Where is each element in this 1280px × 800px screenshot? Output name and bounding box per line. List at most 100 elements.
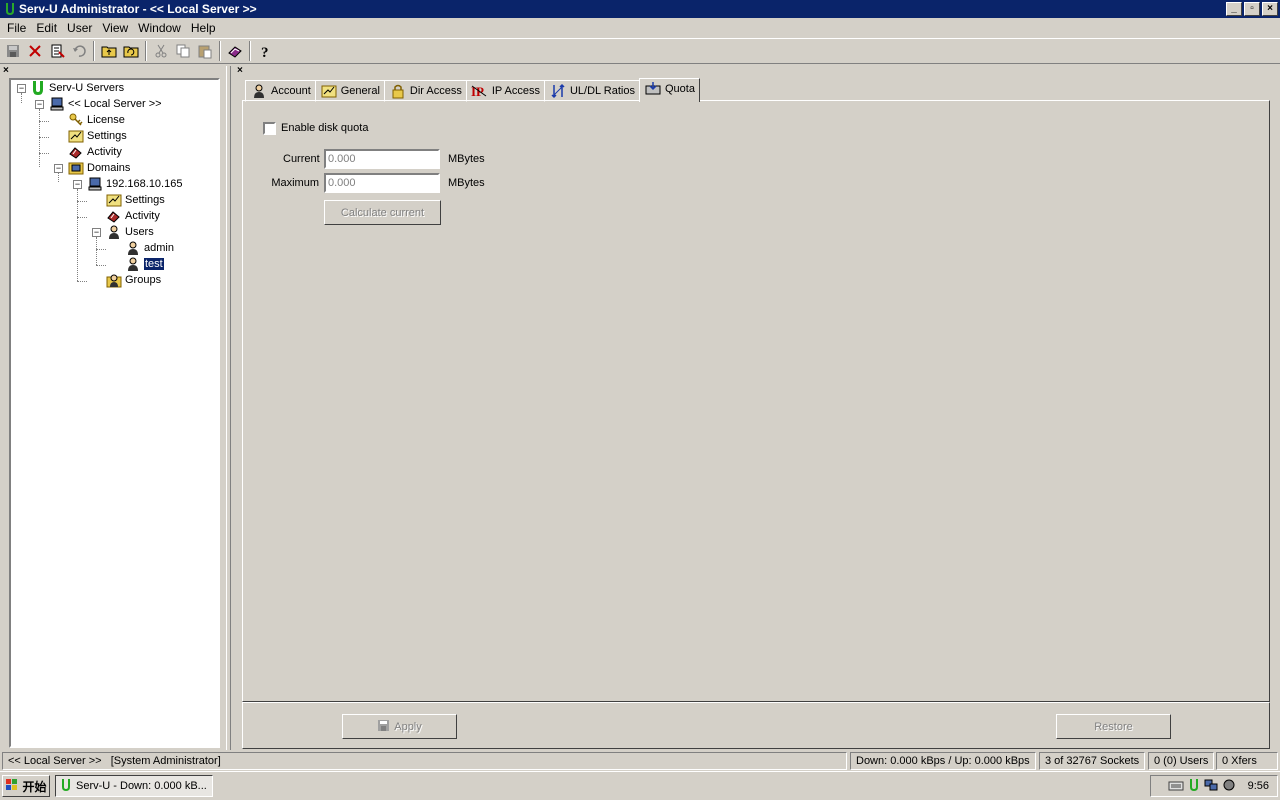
tree-node-activity[interactable]: Activity: [68, 144, 122, 160]
undo-icon[interactable]: [68, 40, 90, 62]
book-icon[interactable]: [224, 40, 246, 62]
menu-view[interactable]: View: [97, 21, 133, 35]
current-quota-field[interactable]: [324, 149, 440, 169]
pane-splitter[interactable]: [226, 66, 231, 750]
expander-users[interactable]: −: [92, 228, 101, 237]
tree-label-selected: test: [144, 258, 164, 270]
keyboard-icon[interactable]: [1168, 778, 1184, 795]
quota-icon: [644, 81, 662, 97]
tree-node-users[interactable]: Users: [106, 224, 154, 240]
user-icon: [125, 240, 141, 256]
save-icon: [377, 719, 390, 735]
menu-bar: File Edit User View Window Help: [0, 18, 1280, 37]
ip-icon: IP: [471, 83, 489, 99]
expander-domain-ip[interactable]: −: [73, 180, 82, 189]
user-icon: [250, 83, 268, 99]
tab-account[interactable]: Account: [245, 80, 316, 102]
settings-chart-icon: [106, 192, 122, 208]
restore-button[interactable]: Restore: [1056, 714, 1171, 739]
system-tray: 9:56: [1150, 775, 1278, 797]
quota-tab-page: Enable disk quota Current MBytes Maximum…: [242, 100, 1270, 702]
maximum-unit-label: MBytes: [448, 177, 485, 189]
paste-icon[interactable]: [194, 40, 216, 62]
title-bar: Serv-U Administrator - << Local Server >…: [0, 0, 1280, 18]
tree-node-groups[interactable]: Groups: [106, 272, 161, 288]
menu-user[interactable]: User: [62, 21, 97, 35]
tree-label: << Local Server >>: [68, 98, 162, 110]
volume-icon[interactable]: [1222, 778, 1236, 795]
calculate-current-button[interactable]: Calculate current: [324, 200, 441, 225]
taskbar-servu-label: Serv-U - Down: 0.000 kB...: [76, 780, 207, 792]
maximum-quota-field[interactable]: [324, 173, 440, 193]
activity-book-icon: [68, 144, 84, 160]
tree-label: Settings: [125, 194, 165, 206]
expander-local-server[interactable]: −: [35, 100, 44, 109]
expander-servers[interactable]: −: [17, 84, 26, 93]
status-bar: << Local Server >> [System Administrator…: [0, 752, 1280, 770]
help-icon[interactable]: ?: [254, 40, 276, 62]
computer-icon: [49, 96, 65, 112]
tab-strip: Account General Dir Access IP IP Access …: [245, 78, 700, 102]
current-label: Current: [283, 153, 320, 165]
user-properties-panel: Account General Dir Access IP IP Access …: [242, 78, 1270, 749]
folder-up-icon[interactable]: [98, 40, 120, 62]
close-button[interactable]: ×: [1262, 2, 1278, 16]
tree-node-domain-settings[interactable]: Settings: [106, 192, 165, 208]
toolbar-separator: [219, 41, 221, 61]
tab-dir-access[interactable]: Dir Access: [383, 80, 467, 102]
server-tree[interactable]: − − − − − Serv-U Servers << Local Server…: [9, 78, 220, 748]
toolbar: ?: [0, 38, 1280, 64]
menu-window[interactable]: Window: [133, 21, 186, 35]
status-role-text: [System Administrator]: [110, 755, 221, 767]
tree-node-domain-activity[interactable]: Activity: [106, 208, 160, 224]
tree-node-license[interactable]: License: [68, 112, 125, 128]
delete-icon[interactable]: [24, 40, 46, 62]
apply-button[interactable]: Apply: [342, 714, 457, 739]
tree-close-icon[interactable]: ×: [3, 65, 9, 76]
current-unit-label: MBytes: [448, 153, 485, 165]
enable-disk-quota-checkbox[interactable]: [263, 122, 276, 135]
expander-domains[interactable]: −: [54, 164, 63, 173]
content-close-icon[interactable]: ×: [237, 65, 243, 76]
windows-logo-icon: [5, 778, 19, 795]
menu-edit[interactable]: Edit: [31, 21, 62, 35]
start-button[interactable]: 开始: [2, 775, 50, 797]
groups-icon: [106, 272, 122, 288]
properties-icon[interactable]: [46, 40, 68, 62]
menu-file[interactable]: File: [2, 21, 31, 35]
tree-node-settings[interactable]: Settings: [68, 128, 127, 144]
copy-icon[interactable]: [172, 40, 194, 62]
computer-icon: [87, 176, 103, 192]
apply-label: Apply: [394, 720, 422, 733]
settings-chart-icon: [68, 128, 84, 144]
clock[interactable]: 9:56: [1248, 780, 1269, 792]
taskbar-servu-button[interactable]: Serv-U - Down: 0.000 kB...: [55, 775, 213, 797]
tab-general[interactable]: General: [314, 80, 385, 102]
tree-node-local-server[interactable]: << Local Server >>: [49, 96, 162, 112]
status-server: << Local Server >> [System Administrator…: [2, 752, 847, 770]
servu-tray-icon[interactable]: [1188, 778, 1200, 795]
tab-label: General: [340, 85, 380, 97]
tree-node-domains[interactable]: Domains: [68, 160, 130, 176]
tree-node-user-test[interactable]: test: [125, 256, 164, 272]
maximize-button[interactable]: ▫: [1244, 2, 1260, 16]
key-icon: [68, 112, 84, 128]
network-icon[interactable]: [1204, 778, 1218, 795]
tab-quota[interactable]: Quota: [638, 78, 700, 102]
save-icon[interactable]: [2, 40, 24, 62]
tree-label: Settings: [87, 130, 127, 142]
toolbar-separator: [145, 41, 147, 61]
activity-book-icon: [106, 208, 122, 224]
lock-icon: [389, 83, 407, 99]
tree-node-domain-ip[interactable]: 192.168.10.165: [87, 176, 182, 192]
refresh-icon[interactable]: [120, 40, 142, 62]
tab-ip-access[interactable]: IP IP Access: [465, 80, 545, 102]
cut-icon[interactable]: [150, 40, 172, 62]
tab-ul-dl-ratios[interactable]: UL/DL Ratios: [543, 80, 640, 102]
tree-node-servers[interactable]: Serv-U Servers: [30, 80, 124, 96]
tree-node-user-admin[interactable]: admin: [125, 240, 174, 256]
ratio-icon: [549, 83, 567, 99]
menu-help[interactable]: Help: [186, 21, 221, 35]
minimize-button[interactable]: _: [1226, 2, 1242, 16]
domains-icon: [68, 160, 84, 176]
